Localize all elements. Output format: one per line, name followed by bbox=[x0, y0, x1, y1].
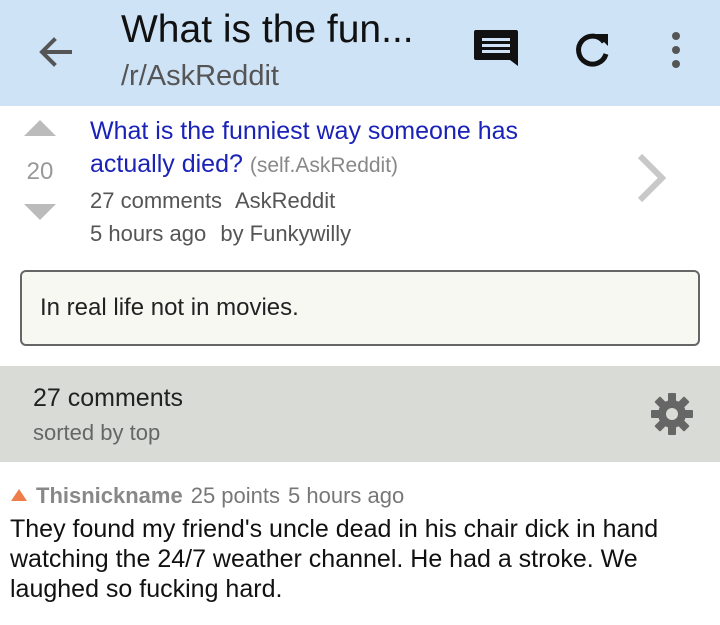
comment-time: 5 hours ago bbox=[288, 483, 405, 508]
post-title-link[interactable]: What is the funniest way someone has act… bbox=[90, 115, 570, 182]
comment-body: They found my friend's uncle dead in his… bbox=[10, 515, 659, 603]
more-vert-icon bbox=[672, 32, 680, 68]
overflow-menu-button[interactable] bbox=[656, 26, 696, 74]
post-time: 5 hours ago bbox=[90, 221, 207, 246]
chevron-right-icon bbox=[637, 153, 667, 203]
comments-button[interactable] bbox=[470, 26, 522, 74]
comment-author[interactable]: Thisnickname bbox=[36, 483, 183, 508]
back-button[interactable] bbox=[32, 30, 80, 74]
page-title: What is the fun... bbox=[121, 8, 414, 51]
comment-points: 25 points bbox=[190, 483, 281, 508]
post-selftext: In real life not in movies. bbox=[20, 270, 700, 346]
comment-upvote-indicator-icon[interactable] bbox=[10, 482, 28, 508]
refresh-icon bbox=[576, 33, 609, 67]
upvote-button[interactable] bbox=[22, 118, 58, 143]
post-score: 20 bbox=[26, 158, 54, 185]
comment-settings-button[interactable] bbox=[648, 390, 696, 438]
gear-icon bbox=[651, 393, 693, 435]
downvote-arrow-icon bbox=[24, 204, 56, 220]
post-meta-time-author: 5 hours ago by Funkywilly bbox=[90, 221, 359, 247]
comments-icon bbox=[474, 30, 518, 66]
upvote-arrow-icon bbox=[24, 120, 56, 136]
downvote-button[interactable] bbox=[22, 202, 58, 227]
refresh-button[interactable] bbox=[568, 26, 616, 74]
comment-meta: Thisnickname 25 points 5 hours ago bbox=[10, 482, 404, 509]
comments-count: 27 comments bbox=[33, 384, 184, 412]
comments-sort-label[interactable]: sorted by top bbox=[33, 420, 160, 446]
post-subreddit[interactable]: AskReddit bbox=[235, 188, 335, 213]
open-post-button[interactable] bbox=[628, 150, 672, 206]
post-domain: (self.AskReddit) bbox=[249, 154, 399, 177]
comments-header-bar bbox=[0, 366, 720, 462]
back-arrow-icon bbox=[39, 37, 72, 67]
subreddit-subtitle: /r/AskReddit bbox=[121, 60, 279, 92]
post-comment-count[interactable]: 27 comments bbox=[90, 188, 222, 213]
selftext-content: In real life not in movies. bbox=[40, 294, 299, 321]
post-author[interactable]: by Funkywilly bbox=[220, 221, 351, 246]
post-meta: 27 comments AskReddit bbox=[90, 188, 343, 214]
